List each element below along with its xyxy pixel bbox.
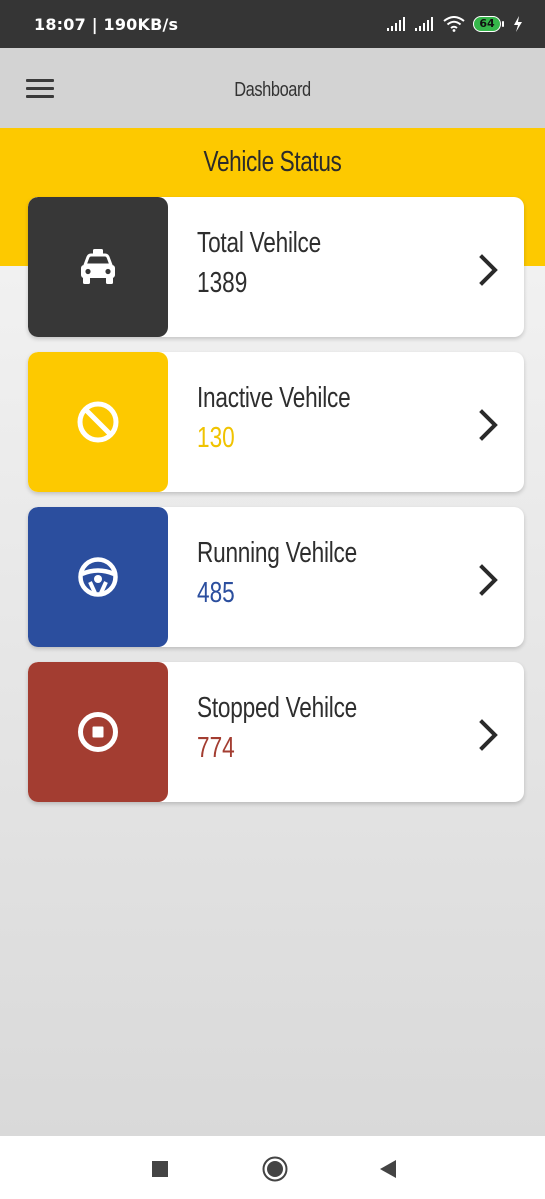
page-title: Dashboard xyxy=(234,79,311,101)
steering-wheel-icon xyxy=(78,557,118,597)
charging-icon xyxy=(514,16,522,32)
square-icon xyxy=(152,1161,168,1177)
card-label: Inactive Vehilce xyxy=(197,382,351,414)
stopped-vehicle-card[interactable]: Stopped Vehilce 774 xyxy=(28,662,524,802)
card-label: Stopped Vehilce xyxy=(197,692,357,724)
status-icons: 64 xyxy=(387,16,523,32)
app-bar: Dashboard xyxy=(0,48,545,128)
card-icon-box xyxy=(28,507,168,647)
recents-button[interactable] xyxy=(152,1161,168,1182)
chevron-right-icon xyxy=(479,564,498,596)
ban-icon xyxy=(77,401,119,443)
home-button[interactable] xyxy=(262,1156,288,1187)
status-bar: 18:07 | 190KB/s 64 xyxy=(0,0,545,48)
stop-circle-icon xyxy=(78,712,118,752)
signal-icon xyxy=(387,17,405,31)
card-label: Running Vehilce xyxy=(197,537,357,569)
running-vehicle-card[interactable]: Running Vehilce 485 xyxy=(28,507,524,647)
card-value: 774 xyxy=(197,732,235,764)
chevron-right-icon xyxy=(479,254,498,286)
chevron-right-icon xyxy=(479,409,498,441)
card-value: 1389 xyxy=(197,267,248,299)
main-content: Vehicle Status Total Vehilce 1389 Inacti… xyxy=(0,128,545,1136)
chevron-right-icon xyxy=(479,719,498,751)
total-vehicle-card[interactable]: Total Vehilce 1389 xyxy=(28,197,524,337)
battery-icon: 64 xyxy=(473,16,505,32)
card-value: 130 xyxy=(197,422,235,454)
banner-title: Vehicle Status xyxy=(203,146,342,178)
card-label: Total Vehilce xyxy=(197,227,321,259)
taxi-icon xyxy=(81,249,115,284)
signal-icon xyxy=(415,17,433,31)
back-triangle-icon xyxy=(380,1160,396,1178)
home-circle-icon xyxy=(262,1156,288,1182)
card-value: 485 xyxy=(197,577,235,609)
status-time: 18:07 | 190KB/s xyxy=(34,14,179,34)
wifi-icon xyxy=(443,16,465,32)
back-button[interactable] xyxy=(380,1160,396,1183)
card-icon-box xyxy=(28,197,168,337)
system-nav-bar xyxy=(0,1136,545,1199)
battery-level: 64 xyxy=(479,17,495,30)
inactive-vehicle-card[interactable]: Inactive Vehilce 130 xyxy=(28,352,524,492)
card-icon-box xyxy=(28,352,168,492)
card-icon-box xyxy=(28,662,168,802)
